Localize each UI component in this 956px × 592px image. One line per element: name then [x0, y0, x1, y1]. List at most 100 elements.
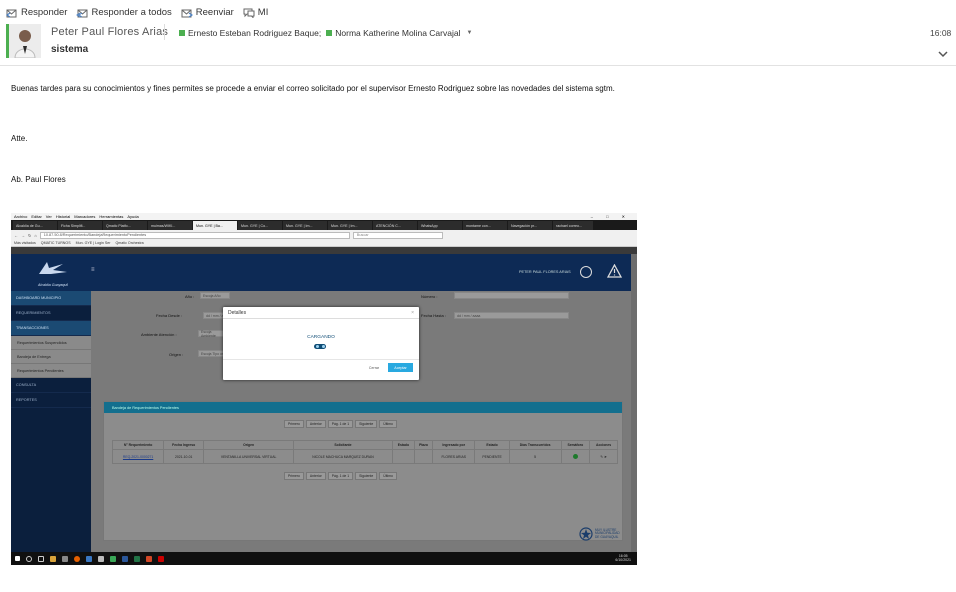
- loading-spinner-icon: [314, 344, 326, 349]
- pager-status: Pág. 1 de 1: [327, 420, 354, 428]
- column-header: Días Transcurridos: [508, 440, 562, 450]
- search-icon: [26, 555, 32, 562]
- table-cell: 2021-10-01: [163, 449, 205, 464]
- menu-item: Herramientas: [99, 214, 124, 219]
- column-header: Estado: [474, 440, 510, 450]
- url-bar: 10.87.50.8/Requerimiento/BandejaRequerim…: [39, 231, 350, 239]
- sidebar-item-label: CONSULTA: [16, 383, 37, 387]
- sender-name[interactable]: Peter Paul Flores Arias: [51, 26, 168, 38]
- browser-tab: WhatsApp: [418, 221, 462, 230]
- bookmark: Qmatic Orchestra: [115, 241, 144, 245]
- header-separator: [0, 65, 956, 66]
- semaphore-icon: [572, 453, 578, 459]
- logo-text: Alcaldía Guayaquil: [38, 283, 68, 287]
- forward-icon: [181, 8, 193, 18]
- reply-label: Responder: [21, 7, 68, 18]
- im-button[interactable]: MI: [243, 7, 268, 18]
- sidebar-item-label: REPORTES: [16, 398, 37, 402]
- sender-avatar: [6, 24, 41, 58]
- browser-tab: Mun. GYE | Im...: [328, 221, 372, 230]
- submenu-item: Bandeja de Entrega: [11, 350, 91, 364]
- recipients: Ernesto Esteban Rodriguez Baque; Norma K…: [179, 28, 472, 38]
- send-icon: ➤: [604, 454, 607, 459]
- modal-divider: [223, 359, 419, 360]
- user-name: PETER PAUL FLORES ARIAS: [519, 270, 571, 274]
- city-logo: Alcaldía Guayaquil: [33, 260, 73, 287]
- reply-button[interactable]: Responder: [6, 7, 67, 18]
- bookmark: Mun. GYE | Login Ser: [75, 241, 111, 245]
- request-number-link: REQ-2021-0000271: [111, 449, 165, 464]
- sidebar-item-label: DASHBOARD MUNICIPIO: [16, 296, 62, 300]
- column-header: Plazo: [413, 440, 434, 450]
- pager-bottom: Primero Anterior Pág. 1 de 1 Siguiente Ú…: [284, 472, 397, 480]
- acrobat-icon: [158, 555, 164, 562]
- header-divider: [164, 24, 165, 40]
- modal-accept-button: Aceptar: [388, 363, 413, 372]
- reply-all-button[interactable]: Responder a todos: [76, 7, 172, 18]
- browser-tab: Ficha Simplifi...: [58, 221, 102, 230]
- date-to-value: dd / mm / aaaa: [457, 313, 481, 318]
- message-toolbar: Responder Responder a todos Reenviar MI: [6, 7, 277, 18]
- submenu-item: Requerimientos Suspendidos: [11, 336, 91, 350]
- year-select: Escoja Año: [200, 292, 230, 299]
- app-icon: [110, 555, 116, 562]
- browser-tab: Navegación pr...: [508, 221, 552, 230]
- origin-label: Origen :: [169, 352, 184, 357]
- bookmark: QMATIC TURNOS: [40, 241, 71, 245]
- menu-item: Archivo: [14, 214, 28, 219]
- modal-header: Detalles ×: [223, 307, 419, 319]
- pager-first: Primero: [284, 472, 304, 480]
- recipient-1[interactable]: Ernesto Esteban Rodriguez Baque;: [188, 28, 321, 38]
- web-app: Alcaldía Guayaquil ≡ PETER PAUL FLORES A…: [11, 254, 637, 552]
- column-header: Estado: [391, 440, 415, 450]
- chat-icon: [243, 8, 255, 18]
- table-cell: [391, 449, 415, 464]
- panel-title: Bandeja de Requerimientos Pendientes: [112, 405, 179, 410]
- browser-tab: Qmatic Platfo...: [103, 221, 147, 230]
- sidebar-item: DASHBOARD MUNICIPIO: [11, 291, 91, 306]
- powerpoint-icon: [146, 555, 152, 562]
- table-cell: NICOLE MACHUCA MARQUEZ DURAN: [293, 449, 393, 464]
- app-header: Alcaldía Guayaquil ≡ PETER PAUL FLORES A…: [11, 254, 631, 291]
- table-row: REQ-2021-0000271 2021-10-01 VENTANILLA U…: [111, 449, 618, 464]
- sidebar-item: CONSULTA: [11, 378, 91, 393]
- back-icon: ←: [14, 232, 18, 238]
- menu-item: Editar: [31, 214, 42, 219]
- browser-menu-bar: Archivo Editar Ver Historial Marcadores …: [11, 213, 637, 220]
- email-body-closing: Atte.: [11, 134, 28, 143]
- browser-tab: Mun. GYE | Co...: [238, 221, 282, 230]
- chevron-down-icon[interactable]: ▼: [466, 30, 472, 36]
- pager-last: Último: [379, 420, 397, 428]
- browser-tab: muimas/WIKI...: [148, 221, 192, 230]
- year-label: Año :: [185, 294, 195, 299]
- pager-last: Último: [379, 472, 397, 480]
- column-header: Ingresado por: [432, 440, 476, 450]
- forward-button[interactable]: Reenviar: [181, 7, 234, 18]
- recipient-2[interactable]: Norma Katherine Molina Carvajal: [335, 28, 460, 38]
- pager-top: Primero Anterior Pág. 1 de 1 Siguiente Ú…: [284, 420, 397, 428]
- browser-search: Buscar: [352, 231, 443, 239]
- firefox-icon: [74, 555, 80, 562]
- pager-status: Pág. 1 de 1: [327, 472, 354, 480]
- email-subject: sistema: [51, 44, 89, 55]
- menu-item: Marcadores: [74, 214, 96, 219]
- close-icon: ×: [411, 309, 414, 316]
- modal-title: Detalles: [228, 309, 247, 316]
- pager-next: Siguiente: [355, 472, 378, 480]
- clock-date: 6/10/2021: [615, 557, 631, 562]
- panel-header: Bandeja de Requerimientos Pendientes: [104, 402, 622, 413]
- alert-icon: [606, 263, 623, 283]
- app-icon: [98, 555, 104, 562]
- pager-prev: Anterior: [305, 420, 326, 428]
- user-avatar-icon: [580, 266, 592, 278]
- edge-icon: [86, 555, 92, 562]
- excel-icon: [134, 555, 140, 562]
- browser-tabs: Alcaldía de Gu... Ficha Simplifi... Qmat…: [11, 220, 637, 230]
- menu-item: Historial: [55, 214, 71, 219]
- expand-header-icon[interactable]: [938, 50, 948, 60]
- submenu-label: Bandeja de Entrega: [17, 354, 51, 359]
- sidebar-item-label: TRANSACCIONES: [16, 326, 49, 330]
- menu-item: Ver: [45, 214, 52, 219]
- reply-icon: [6, 8, 18, 18]
- file-explorer-icon: [50, 555, 56, 562]
